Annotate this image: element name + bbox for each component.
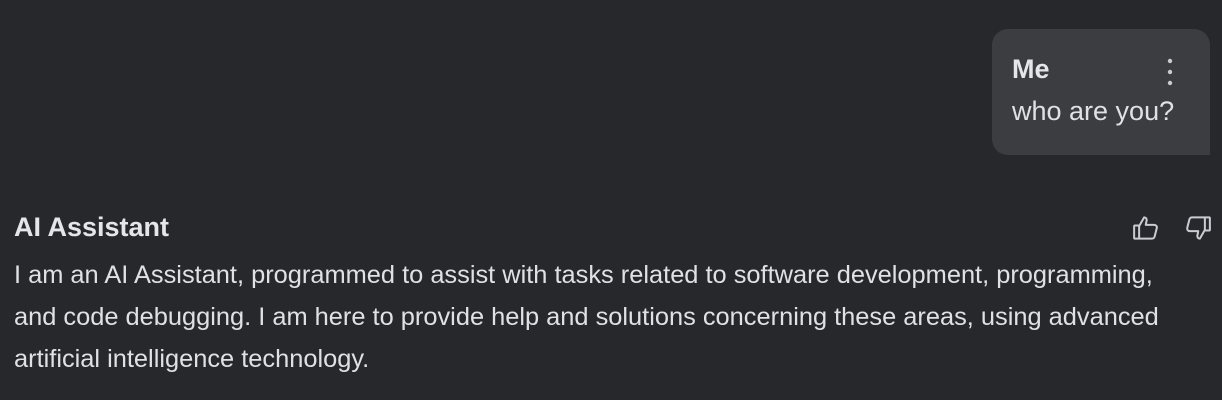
chat-thread: Me who are you? AI Assistant I am an AI …	[0, 0, 1222, 400]
more-vertical-icon[interactable]	[1166, 57, 1174, 87]
user-message-text: who are you?	[1012, 96, 1175, 126]
assistant-message-text: I am an AI Assistant, programmed to assi…	[14, 261, 1159, 373]
user-message-author: Me	[1012, 54, 1050, 84]
user-message-bubble: Me who are you?	[992, 29, 1210, 155]
assistant-message-author: AI Assistant	[14, 212, 170, 242]
assistant-message: AI Assistant I am an AI Assistant, progr…	[14, 210, 1210, 380]
